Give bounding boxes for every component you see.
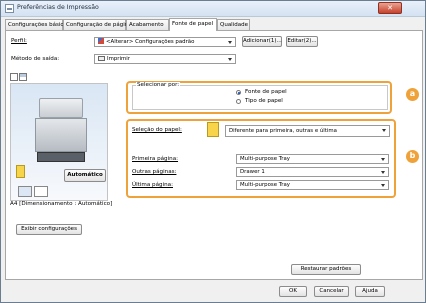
- add-profile-button[interactable]: Adicionar(1)...: [242, 36, 282, 47]
- automatic-button[interactable]: Automático: [64, 169, 106, 182]
- page-view-icon[interactable]: [10, 73, 18, 81]
- printer-body-image: [35, 118, 87, 152]
- paper-selection-value: Diferente para primeira, outras e última: [229, 128, 337, 134]
- chevron-down-icon: [228, 41, 232, 44]
- printer-small-icon: [98, 56, 105, 61]
- output-method-select[interactable]: Imprimir: [94, 54, 236, 64]
- callout-a-badge: a: [406, 88, 419, 101]
- help-button[interactable]: Ajuda: [355, 286, 385, 297]
- radio-paper-source-label[interactable]: Fonte de papel: [245, 89, 287, 95]
- paper-selection-label: Seleção do papel:: [132, 127, 182, 133]
- paper-source-panel: Perfil: <Alterar> Configurações padrão A…: [5, 30, 423, 280]
- close-button[interactable]: ✕: [378, 2, 402, 14]
- output-method-label: Método de saída:: [11, 56, 60, 62]
- other-pages-label: Outras páginas:: [132, 169, 177, 175]
- show-settings-button[interactable]: Exibir configurações: [16, 224, 82, 235]
- printer-icon: [5, 4, 14, 13]
- tab-page-setup[interactable]: Configuração de página: [63, 19, 132, 30]
- last-page-select[interactable]: Multi-purpose Tray: [236, 180, 389, 190]
- title-bar[interactable]: Preferências de Impressão ✕: [1, 1, 425, 17]
- last-page-value: Multi-purpose Tray: [240, 182, 290, 188]
- paper-selection-select[interactable]: Diferente para primeira, outras e última: [225, 125, 390, 137]
- restore-defaults-button[interactable]: Restaurar padrões: [291, 264, 361, 275]
- chevron-down-icon: [381, 184, 385, 187]
- callout-b-badge: b: [406, 150, 419, 163]
- chevron-down-icon: [228, 58, 232, 61]
- printer-drawer-image: [37, 152, 85, 162]
- tab-finishing[interactable]: Acabamento: [126, 19, 169, 30]
- printer-view-icon[interactable]: [19, 73, 27, 81]
- paper-tray-icon: [207, 122, 219, 137]
- other-pages-select[interactable]: Drawer 1: [236, 167, 389, 177]
- tab-quality[interactable]: Qualidade: [217, 19, 250, 30]
- ok-button[interactable]: OK: [279, 286, 307, 297]
- chevron-down-icon: [381, 158, 385, 161]
- printer-top-image: [39, 98, 83, 118]
- tab-basic-settings[interactable]: Configurações básicas: [5, 19, 70, 30]
- edit-profile-button[interactable]: Editar(2)...: [286, 36, 318, 47]
- flip-icon[interactable]: [34, 186, 48, 197]
- paper-yellow-icon: [16, 165, 25, 178]
- output-method-value: Imprimir: [107, 56, 130, 62]
- first-page-label: Primeira página:: [132, 156, 179, 162]
- other-pages-value: Drawer 1: [240, 169, 265, 175]
- tab-paper-source[interactable]: Fonte de papel: [169, 18, 217, 31]
- radio-paper-type-label[interactable]: Tipo de papel: [245, 98, 283, 104]
- pencil-icon: [98, 38, 104, 44]
- cancel-button[interactable]: Cancelar: [314, 286, 349, 297]
- preview-caption: A4 [Dimensionamento : Automático]: [10, 201, 113, 207]
- profile-select[interactable]: <Alterar> Configurações padrão: [94, 37, 236, 47]
- last-page-label: Última página:: [132, 182, 173, 188]
- chevron-down-icon: [381, 171, 385, 174]
- first-page-value: Multi-purpose Tray: [240, 156, 290, 162]
- first-page-select[interactable]: Multi-purpose Tray: [236, 154, 389, 164]
- select-by-label: Selecionar por:: [136, 82, 181, 88]
- radio-paper-source[interactable]: [236, 90, 241, 95]
- profile-value: <Alterar> Configurações padrão: [106, 39, 195, 45]
- profile-label: Perfil:: [11, 38, 27, 44]
- staple-icon[interactable]: [18, 186, 32, 197]
- window-title: Preferências de Impressão: [17, 4, 99, 11]
- radio-paper-type[interactable]: [236, 99, 241, 104]
- print-preferences-window: Preferências de Impressão ✕ Configuraçõe…: [0, 0, 426, 303]
- printer-preview: [10, 83, 108, 201]
- chevron-down-icon: [382, 129, 386, 132]
